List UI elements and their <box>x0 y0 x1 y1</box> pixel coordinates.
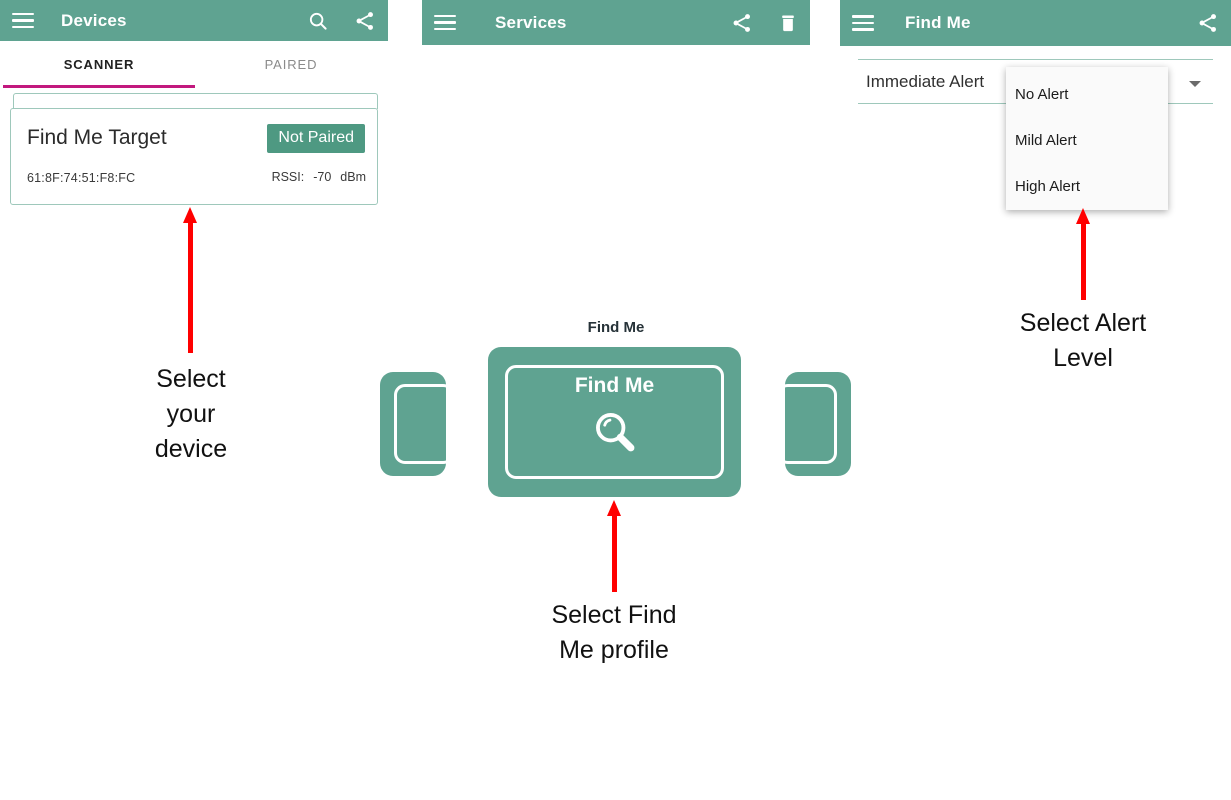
devices-toolbar: Devices <box>0 0 388 41</box>
hamburger-icon[interactable] <box>852 15 874 31</box>
devices-title: Devices <box>61 10 127 30</box>
find-me-card-label: Find Me <box>574 374 655 397</box>
services-title: Services <box>495 12 567 32</box>
device-list-item-partial[interactable] <box>13 93 378 109</box>
annotation-arrow-device <box>182 207 198 353</box>
profile-card-next[interactable] <box>785 372 851 476</box>
device-name: Find Me Target <box>27 126 167 149</box>
rssi-readout: RSSI: -70 dBm <box>272 170 366 184</box>
device-address: 61:8F:74:51:F8:FC <box>27 171 136 185</box>
findme-toolbar: Find Me <box>840 0 1231 46</box>
dropdown-item-no-alert[interactable]: No Alert <box>1015 86 1068 103</box>
find-me-profile-card[interactable]: Find Me <box>488 347 741 497</box>
device-card[interactable]: Find Me Target 61:8F:74:51:F8:FC Not Pai… <box>10 108 378 205</box>
chevron-down-icon[interactable] <box>1189 81 1201 87</box>
share-icon[interactable] <box>1197 12 1219 34</box>
share-icon[interactable] <box>354 10 376 32</box>
rssi-unit: dBm <box>340 170 366 184</box>
search-icon[interactable] <box>307 10 329 32</box>
magnifier-icon <box>595 413 634 452</box>
profile-title: Find Me <box>587 319 645 336</box>
devices-tabs: SCANNER PAIRED <box>0 41 388 87</box>
annotation-text-alert: Select Alert Level <box>1019 309 1147 372</box>
tab-paired[interactable]: PAIRED <box>195 41 387 87</box>
spinner-selected-value: Immediate Alert <box>866 72 985 91</box>
rssi-value: -70 <box>313 170 332 184</box>
share-icon[interactable] <box>731 12 753 34</box>
pair-status-badge[interactable]: Not Paired <box>267 124 365 153</box>
services-toolbar: Services <box>422 0 810 45</box>
annotation-text-device: Select your device <box>154 365 228 463</box>
findme-title: Find Me <box>905 13 971 32</box>
rssi-label: RSSI: <box>271 170 305 184</box>
profile-card-previous[interactable] <box>380 372 446 476</box>
annotation-text-profile: Select Find Me profile <box>551 601 677 664</box>
hamburger-icon[interactable] <box>12 12 34 29</box>
dropdown-item-mild-alert[interactable]: Mild Alert <box>1015 132 1077 149</box>
profile-carousel[interactable]: Find Me <box>380 347 851 497</box>
alert-level-dropdown[interactable]: No Alert Mild Alert High Alert <box>1006 67 1168 210</box>
trash-icon[interactable] <box>778 12 798 34</box>
annotation-arrow-alert <box>1075 208 1091 300</box>
annotation-arrow-profile <box>606 500 622 592</box>
hamburger-icon[interactable] <box>434 14 456 31</box>
tab-indicator <box>3 85 195 88</box>
tab-scanner[interactable]: SCANNER <box>3 41 195 87</box>
dropdown-item-high-alert[interactable]: High Alert <box>1015 178 1080 195</box>
